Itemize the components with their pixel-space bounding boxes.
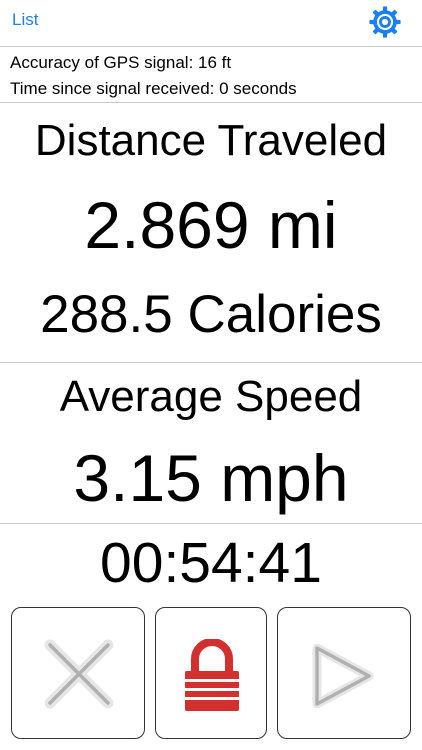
distance-value: 2.869 mi xyxy=(84,188,338,262)
divider xyxy=(0,102,422,103)
calories-value: 288.5 Calories xyxy=(40,285,382,344)
start-button[interactable] xyxy=(277,607,411,739)
nav-bar: List xyxy=(0,0,422,47)
speed-label: Average Speed xyxy=(59,372,363,421)
divider xyxy=(0,362,422,363)
cancel-button[interactable] xyxy=(11,607,145,739)
signal-time-text: Time since signal received: 0 seconds xyxy=(10,79,297,98)
gps-accuracy-text: Accuracy of GPS signal: 16 ft xyxy=(10,53,232,72)
gear-icon[interactable] xyxy=(368,5,402,39)
play-icon xyxy=(312,644,374,708)
list-button[interactable]: List xyxy=(12,10,38,30)
gps-status: Accuracy of GPS signal: 16 ft Time since… xyxy=(10,50,297,102)
speed-value: 3.15 mph xyxy=(73,441,349,515)
lock-icon xyxy=(185,639,239,711)
lock-button[interactable] xyxy=(155,607,267,739)
distance-label: Distance Traveled xyxy=(34,116,388,165)
close-icon xyxy=(44,639,114,709)
elapsed-timer: 00:54:41 xyxy=(100,531,322,595)
divider xyxy=(0,523,422,524)
